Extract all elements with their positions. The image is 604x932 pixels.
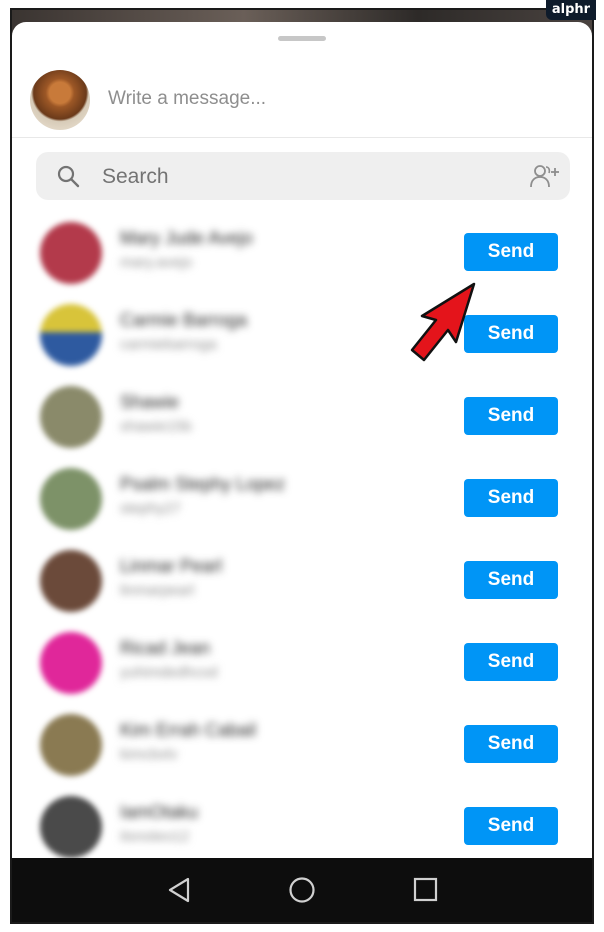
avatar <box>40 304 102 366</box>
avatar <box>30 70 90 130</box>
send-button[interactable]: Send <box>464 233 558 271</box>
contact-username: mary.avejo <box>120 254 193 271</box>
list-item: Shawie shawie15b Send <box>12 382 592 464</box>
avatar <box>40 714 102 776</box>
share-sheet: Write a message... Search Mary Jude Avej… <box>12 22 592 862</box>
alphr-logo: alphr <box>546 0 596 20</box>
contact-name: Carmie Barroga <box>120 310 248 330</box>
contact-username: yuhimdedhcod <box>120 664 218 681</box>
send-button[interactable]: Send <box>464 479 558 517</box>
contact-username: carmiebarroga <box>120 336 217 353</box>
send-button[interactable]: Send <box>464 807 558 845</box>
phone-frame: Write a message... Search Mary Jude Avej… <box>10 8 594 924</box>
drag-handle[interactable] <box>278 36 326 41</box>
red-arrow-annotation <box>410 282 476 362</box>
contact-name: Mary Jude Avejo <box>120 228 253 248</box>
avatar <box>40 468 102 530</box>
avatar <box>40 550 102 612</box>
add-people-icon[interactable] <box>528 162 560 190</box>
send-button[interactable]: Send <box>464 725 558 763</box>
avatar <box>40 222 102 284</box>
compose-row: Write a message... <box>12 58 592 138</box>
contact-name: Shawie <box>120 392 180 412</box>
home-icon[interactable] <box>288 876 316 904</box>
avatar <box>40 796 102 858</box>
list-item: Mary Jude Avejo mary.avejo Send <box>12 218 592 300</box>
back-icon[interactable] <box>166 876 192 904</box>
contact-username: shawie15b <box>120 418 192 435</box>
list-item: Ricad Jean yuhimdedhcod Send <box>12 628 592 710</box>
contact-username: itsnoteo12 <box>120 828 190 845</box>
contact-name: Psalm Stephy Lopez <box>120 474 286 494</box>
search-icon <box>57 165 80 188</box>
contact-name: Ricad Jean <box>120 638 211 658</box>
list-item: Psalm Stephy Lopez stephy27 Send <box>12 464 592 546</box>
send-button[interactable]: Send <box>464 643 558 681</box>
list-item: Linmar Pearl linmarpearl Send <box>12 546 592 628</box>
send-button[interactable]: Send <box>464 561 558 599</box>
contact-username: stephy27 <box>120 500 181 517</box>
search-bar[interactable]: Search <box>36 152 570 200</box>
list-item: Carmie Barroga carmiebarroga Send <box>12 300 592 382</box>
contact-username: kimcbxlv <box>120 746 178 763</box>
contact-name: Kim Errah Cabail <box>120 720 257 740</box>
android-nav-bar <box>12 858 592 922</box>
recents-icon[interactable] <box>412 876 438 904</box>
list-item: Kim Errah Cabail kimcbxlv Send <box>12 710 592 792</box>
search-input[interactable]: Search <box>102 165 169 189</box>
contact-username: linmarpearl <box>120 582 195 599</box>
contact-name: IamOtaku <box>120 802 199 822</box>
send-button[interactable]: Send <box>464 397 558 435</box>
avatar <box>40 386 102 448</box>
message-input[interactable]: Write a message... <box>108 88 266 110</box>
avatar <box>40 632 102 694</box>
contact-name: Linmar Pearl <box>120 556 223 576</box>
